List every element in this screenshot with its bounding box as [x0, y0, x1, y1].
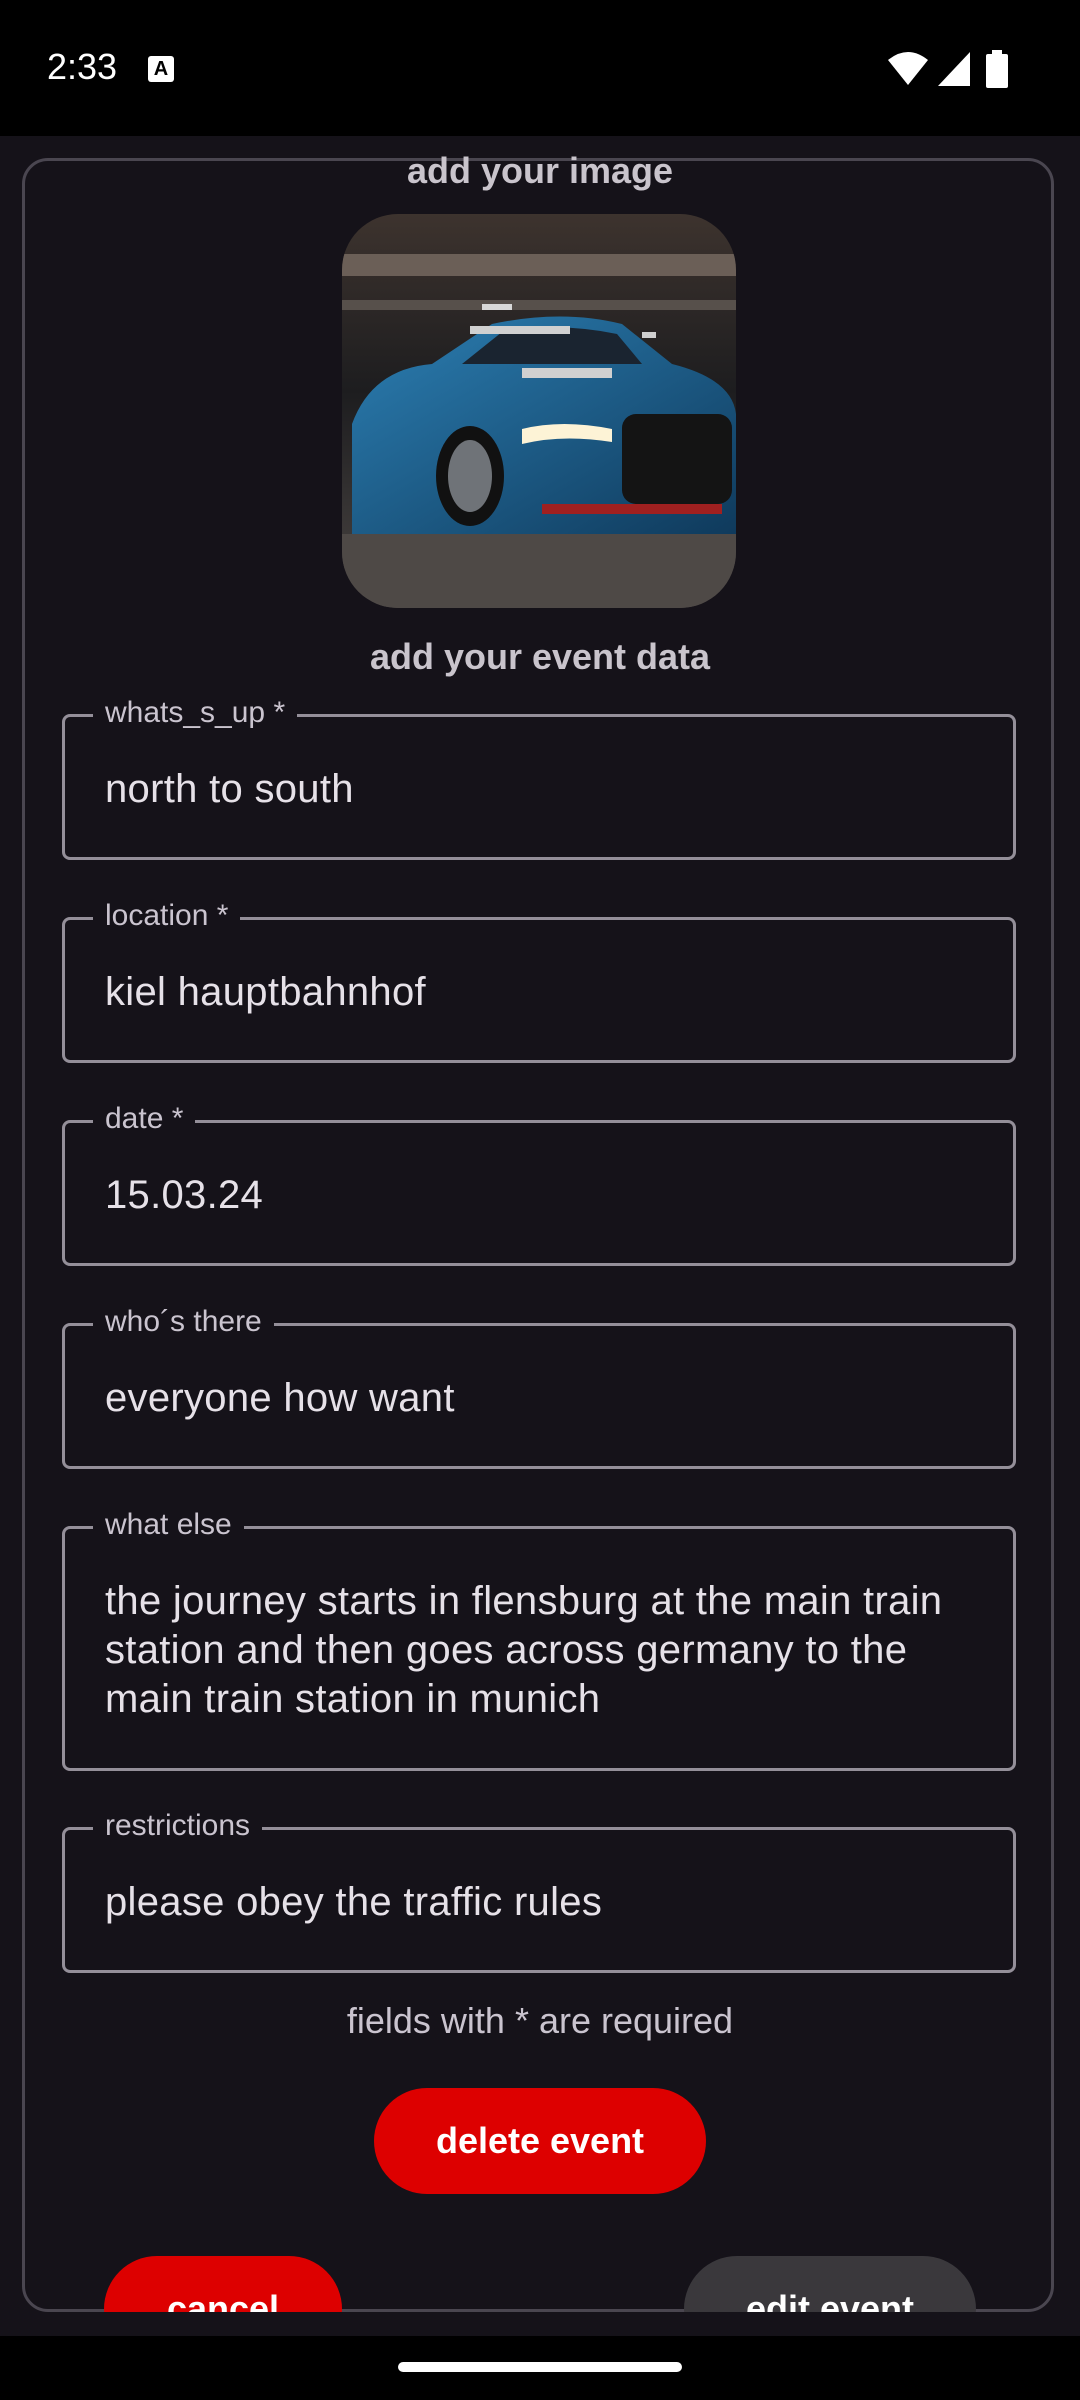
- location-field[interactable]: location * kiel hauptbahnhof: [62, 896, 1016, 1063]
- battery-icon: [986, 50, 1008, 88]
- date-field[interactable]: date * 15.03.24: [62, 1099, 1016, 1266]
- what-else-field[interactable]: what else the journey starts in flensbur…: [62, 1505, 1016, 1771]
- car-photo: [342, 214, 736, 608]
- location-label: location *: [93, 896, 241, 936]
- restrictions-label: restrictions: [93, 1806, 263, 1846]
- event-image[interactable]: [342, 214, 736, 608]
- wifi-icon: [888, 52, 928, 85]
- whats-up-value: north to south: [105, 767, 354, 811]
- location-value: kiel hauptbahnhof: [105, 970, 426, 1014]
- date-label: date *: [93, 1099, 196, 1139]
- status-time: 2:33: [47, 46, 118, 87]
- whos-there-field[interactable]: who´s there everyone how want: [62, 1302, 1016, 1469]
- scroll-clip: [0, 2312, 1080, 2336]
- status-bar: 2:33 A: [0, 0, 1080, 136]
- restrictions-value: please obey the traffic rules: [105, 1880, 603, 1924]
- what-else-label: what else: [93, 1505, 244, 1545]
- signal-icon: [938, 52, 970, 86]
- date-value: 15.03.24: [105, 1173, 264, 1217]
- required-fields-note: fields with * are required: [346, 2000, 734, 2041]
- image-section-title: add your image: [406, 150, 674, 191]
- restrictions-field[interactable]: restrictions please obey the traffic rul…: [62, 1806, 1016, 1973]
- what-else-value: the journey starts in flensburg at the m…: [105, 1579, 943, 1721]
- whats-up-field[interactable]: whats_s_up * north to south: [62, 693, 1016, 860]
- whats-up-label: whats_s_up *: [93, 693, 298, 733]
- home-indicator[interactable]: [398, 2362, 682, 2372]
- whos-there-label: who´s there: [93, 1302, 274, 1342]
- keyboard-notification-icon: A: [148, 56, 174, 82]
- whos-there-value: everyone how want: [105, 1376, 455, 1420]
- event-section-title: add your event data: [369, 636, 711, 677]
- delete-event-button[interactable]: delete event: [374, 2088, 706, 2194]
- notification-icon-letter: A: [153, 58, 169, 80]
